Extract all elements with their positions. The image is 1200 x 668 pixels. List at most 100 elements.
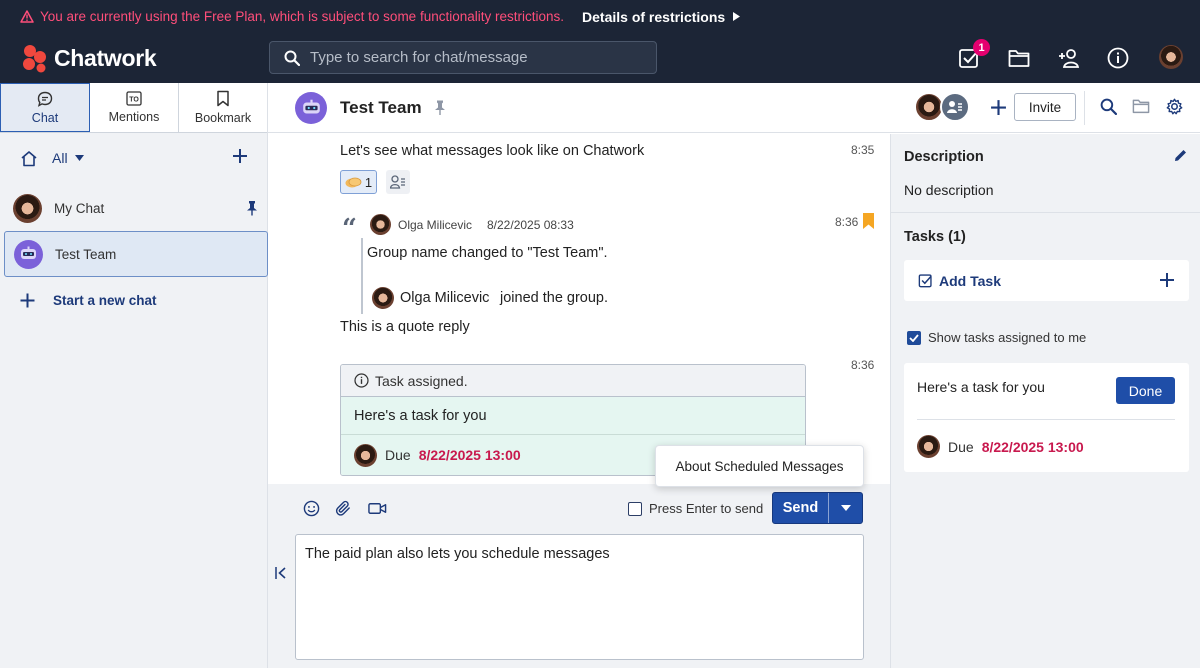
message-editor[interactable]: The paid plan also lets you schedule mes… xyxy=(295,534,864,660)
tasks-button[interactable]: 1 xyxy=(956,39,990,71)
video-call-icon[interactable] xyxy=(368,500,387,517)
restrictions-details-link[interactable]: Details of restrictions xyxy=(582,8,741,25)
sidebar: Chat TO Mentions Bookmark All My Chat Te… xyxy=(0,83,268,668)
task-card-body: Here's a task for you xyxy=(341,397,805,435)
home-icon[interactable] xyxy=(20,150,38,167)
attachment-icon[interactable] xyxy=(335,500,352,517)
search-input[interactable] xyxy=(310,49,630,66)
pin-room-icon[interactable] xyxy=(434,99,446,116)
reaction-count: 1 xyxy=(364,174,373,190)
task-separator xyxy=(917,419,1175,420)
task-due: Due 8/22/2025 13:00 xyxy=(917,435,1084,458)
chatwork-logo[interactable]: Chatwork xyxy=(20,43,157,73)
reply-text: This is a quote reply xyxy=(340,319,470,335)
due-label: Due xyxy=(948,438,974,455)
search-icon xyxy=(284,50,300,66)
tasks-title: Tasks (1) xyxy=(904,229,966,245)
scheduled-messages-popup[interactable]: About Scheduled Messages xyxy=(655,445,864,487)
message-time: 8:35 xyxy=(851,143,875,157)
reaction-users-icon xyxy=(390,175,405,189)
chat-timeline[interactable]: Let's see what messages look like on Cha… xyxy=(268,134,890,484)
press-enter-label: Press Enter to send xyxy=(649,501,764,516)
joined-user-name: Olga Milicevic xyxy=(400,290,490,306)
assignee-avatar xyxy=(917,435,940,458)
reaction-chip[interactable]: 1 xyxy=(340,170,377,194)
search-box[interactable] xyxy=(269,41,657,74)
room-item-test-team[interactable]: Test Team xyxy=(4,231,268,277)
assignee-avatar xyxy=(354,443,377,467)
settings-gear-icon[interactable] xyxy=(1166,98,1183,115)
bookmark-icon xyxy=(217,90,229,107)
task-card-text: Here's a task for you xyxy=(354,407,487,424)
press-enter-checkbox[interactable] xyxy=(628,501,642,516)
add-reaction-button[interactable] xyxy=(386,170,410,194)
tab-bookmark-label: Bookmark xyxy=(194,111,252,125)
room-item-my-chat[interactable]: My Chat xyxy=(4,185,268,231)
send-options-dropdown[interactable] xyxy=(829,493,862,523)
send-button-group: Send xyxy=(772,492,863,524)
contacts-button[interactable] xyxy=(1056,45,1082,71)
room-header: Test Team Invite xyxy=(268,83,1200,133)
collapse-panel-icon[interactable] xyxy=(275,566,287,580)
plus-icon xyxy=(20,293,35,308)
start-new-chat-button[interactable]: Start a new chat xyxy=(20,293,157,308)
task-card-title: Task assigned. xyxy=(375,372,468,389)
free-plan-banner: You are currently using the Free Plan, w… xyxy=(0,0,1200,33)
chat-bubble-icon xyxy=(37,91,53,107)
add-task-button[interactable]: Add Task xyxy=(904,260,1189,301)
press-enter-toggle[interactable]: Press Enter to send xyxy=(628,501,763,516)
info-button[interactable] xyxy=(1105,45,1131,71)
emoji-icon[interactable] xyxy=(303,500,320,517)
message-time: 8:36 xyxy=(851,358,875,372)
info-icon xyxy=(1107,47,1129,69)
tab-chat[interactable]: Chat xyxy=(0,83,90,132)
pin-icon[interactable] xyxy=(246,200,258,216)
description-text: No description xyxy=(904,182,994,198)
clap-hands-icon xyxy=(345,177,362,187)
show-my-tasks-checkbox[interactable] xyxy=(907,330,921,345)
room-info-panel: Description No description Tasks (1) Add… xyxy=(890,134,1200,668)
tab-bookmark[interactable]: Bookmark xyxy=(179,83,267,132)
quote-timestamp: 8/22/2025 08:33 xyxy=(487,218,574,232)
info-icon xyxy=(354,373,369,388)
add-room-icon[interactable] xyxy=(232,148,248,164)
tab-mentions[interactable]: TO Mentions xyxy=(90,83,179,132)
banner-warning: You are currently using the Free Plan, w… xyxy=(20,9,564,24)
filter-dropdown[interactable]: All xyxy=(52,150,84,166)
user-avatar[interactable] xyxy=(1159,45,1183,69)
message-text: Let's see what messages look like on Cha… xyxy=(340,143,645,159)
done-button[interactable]: Done xyxy=(1116,377,1175,404)
joined-text: joined the group. xyxy=(500,290,609,306)
edit-pencil-icon[interactable] xyxy=(1174,149,1187,162)
room-members[interactable] xyxy=(914,92,970,122)
room-name: My Chat xyxy=(54,200,105,216)
room-header-avatar[interactable] xyxy=(295,92,327,124)
show-my-tasks-toggle[interactable]: Show tasks assigned to me xyxy=(907,330,1086,345)
room-avatar xyxy=(13,193,42,223)
chatwork-logo-icon xyxy=(23,45,46,73)
joined-user-avatar xyxy=(372,287,394,309)
send-button[interactable]: Send xyxy=(773,493,829,523)
message-time: 8:36 xyxy=(835,215,859,229)
room-bot-avatar xyxy=(14,239,43,269)
add-task-label: Add Task xyxy=(939,272,1001,289)
room-name: Test Team xyxy=(55,246,117,262)
plus-icon xyxy=(1160,273,1174,287)
files-button[interactable] xyxy=(1006,45,1032,71)
task-text: Here's a task for you xyxy=(917,379,1045,395)
search-room-icon[interactable] xyxy=(1100,98,1117,115)
scheduled-messages-label: About Scheduled Messages xyxy=(675,458,844,474)
caret-right-icon xyxy=(733,12,741,21)
checkmark-icon xyxy=(909,333,919,342)
room-files-icon[interactable] xyxy=(1132,98,1150,114)
add-member-icon[interactable] xyxy=(990,99,1007,116)
bookmark-flag-icon[interactable] xyxy=(863,213,874,229)
room-title: Test Team xyxy=(340,98,422,117)
add-contact-icon xyxy=(1059,49,1080,68)
invite-button[interactable]: Invite xyxy=(1014,93,1076,121)
caret-down-icon xyxy=(840,505,851,511)
filter-label: All xyxy=(52,150,68,166)
restrictions-details-label: Details of restrictions xyxy=(582,8,726,25)
quote-bar xyxy=(361,238,363,314)
app-header: Chatwork 1 xyxy=(0,33,1200,83)
